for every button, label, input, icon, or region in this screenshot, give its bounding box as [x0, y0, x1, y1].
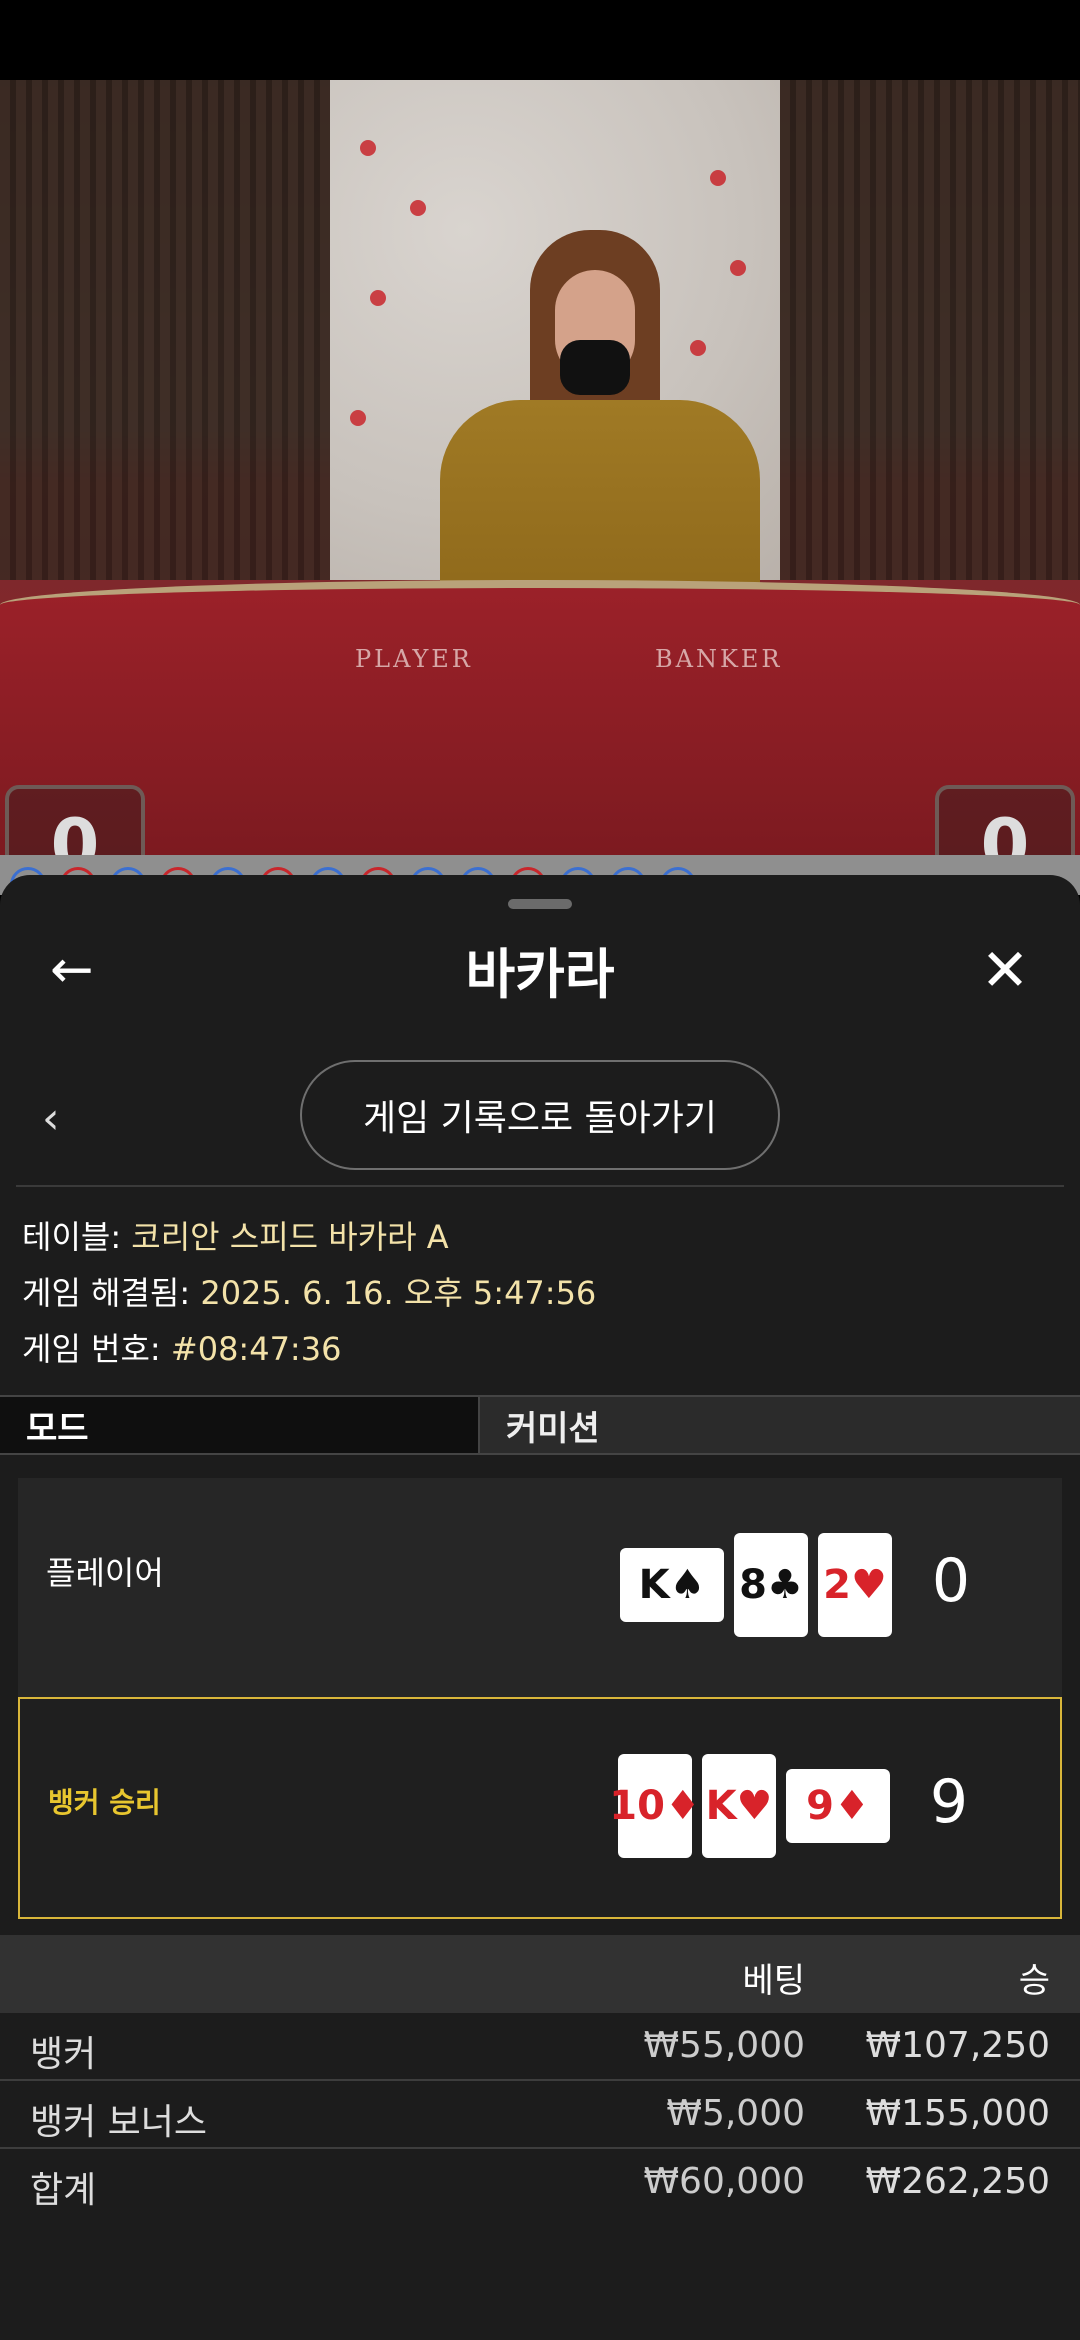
player-score-box: 0	[5, 785, 145, 855]
felt-player-label: PLAYER	[355, 645, 473, 673]
banker-hand-label: 뱅커 승리	[48, 1786, 161, 1819]
felt-banker-label: BANKER	[655, 645, 783, 673]
player-hand: 플레이어 K♠ 8♣ 2♥ 0	[18, 1478, 1062, 1700]
resolved-label: 게임 해결됨:	[22, 1274, 201, 1312]
card: K♥	[702, 1754, 776, 1858]
baccarat-table	[0, 580, 1080, 855]
table-label: 테이블:	[22, 1218, 132, 1256]
chevron-left-icon[interactable]: ‹	[42, 1093, 60, 1144]
drag-handle[interactable]	[508, 899, 572, 909]
bet-column-header: 베팅	[742, 1961, 805, 2001]
divider	[16, 1185, 1064, 1187]
bets-table-header: 베팅 승	[0, 1935, 1080, 2013]
player-hand-label: 플레이어	[46, 1554, 164, 1592]
game-number-info: 게임 번호: #08:47:36	[22, 1324, 341, 1370]
card: 8♣	[734, 1533, 808, 1637]
game-number-label: 게임 번호:	[22, 1330, 171, 1368]
sheet-title: 바카라	[465, 943, 615, 1006]
mode-value: 커미션	[480, 1397, 1080, 1453]
card: 9♦	[786, 1769, 890, 1843]
card: 2♥	[818, 1533, 892, 1637]
table-value: 코리안 스피드 바카라 A	[131, 1218, 449, 1256]
close-icon[interactable]: ✕	[970, 935, 1040, 1005]
player-hand-score: 0	[931, 1546, 970, 1616]
resolved-info: 게임 해결됨: 2025. 6. 16. 오후 5:47:56	[22, 1268, 596, 1314]
table-info: 테이블: 코리안 스피드 바카라 A	[22, 1212, 449, 1258]
lattice-screen-right	[780, 80, 1080, 580]
mode-row: 모드 커미션	[0, 1395, 1080, 1455]
banker-cards: 10♦ K♥ 9♦	[609, 1754, 890, 1858]
lattice-screen-left	[0, 80, 330, 580]
banker-hand-score: 9	[929, 1767, 968, 1837]
banker-hand: 뱅커 승리 10♦ K♥ 9♦ 9	[18, 1697, 1062, 1919]
table-row: 뱅커 ₩55,000 ₩107,250	[0, 2013, 1080, 2081]
card: K♠	[620, 1548, 724, 1622]
mode-label: 모드	[0, 1397, 480, 1453]
win-column-header: 승	[1018, 1961, 1050, 2001]
table-row: 뱅커 보너스 ₩5,000 ₩155,000	[0, 2081, 1080, 2149]
game-number-value: #08:47:36	[170, 1330, 342, 1368]
live-video: PLAYER BANKER 0 0	[0, 80, 1080, 855]
player-cards: K♠ 8♣ 2♥	[620, 1533, 892, 1637]
back-to-history-button[interactable]: 게임 기록으로 돌아가기	[300, 1060, 780, 1170]
card: 10♦	[609, 1754, 701, 1858]
table-row-total: 합계 ₩60,000 ₩262,250	[30, 2161, 1050, 2211]
game-details-sheet: ← 바카라 ✕ ‹ 게임 기록으로 돌아가기 테이블: 코리안 스피드 바카라 …	[0, 875, 1080, 2340]
resolved-value: 2025. 6. 16. 오후 5:47:56	[200, 1274, 597, 1312]
banker-score-box: 0	[935, 785, 1075, 855]
